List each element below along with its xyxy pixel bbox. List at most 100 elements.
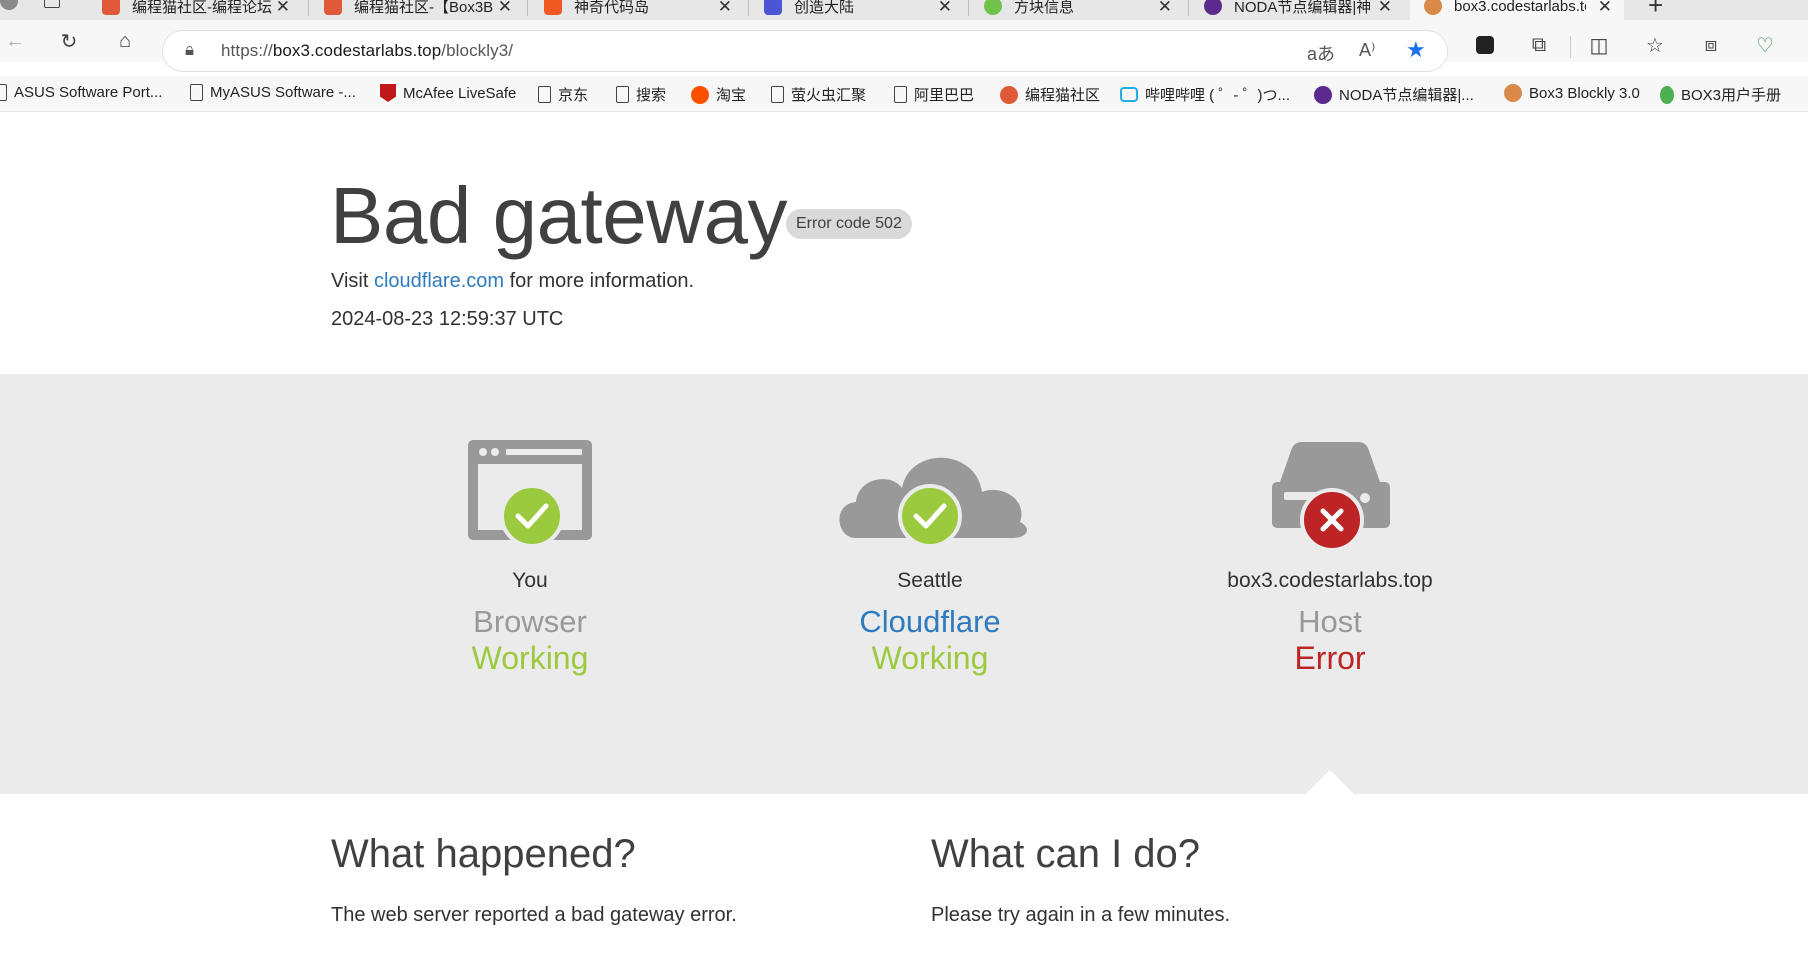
codemao-icon (1000, 85, 1018, 104)
tab-divider (527, 0, 528, 16)
status-role: Host (1298, 604, 1362, 639)
tab-divider (1188, 0, 1189, 16)
bookmark-mcafee[interactable]: McAfee LiveSafe (380, 84, 516, 102)
bookmark-myasus-software[interactable]: MyASUS Software -... (190, 84, 356, 101)
extension-app-icon[interactable] (1472, 32, 1498, 58)
status-browser: You Browser Working (350, 374, 710, 794)
bookmark-firefly[interactable]: 萤火虫汇聚 (771, 84, 866, 105)
lock-icon[interactable]: 🔒︎ (185, 40, 194, 60)
bookmark-asus-software[interactable]: ASUS Software Port... (0, 84, 162, 101)
favorite-star-icon[interactable]: ★ (1406, 37, 1426, 63)
browser-icon (468, 440, 592, 548)
bookmark-label: BOX3用户手册 (1681, 87, 1782, 104)
url-host: box3.codestarlabs.top (272, 41, 442, 60)
tab-chuangzao-dalu[interactable]: 创造大陆 ✕ (750, 0, 964, 20)
status-location: box3.codestarlabs.top (1227, 569, 1433, 592)
box3-favicon (1424, 0, 1442, 15)
read-aloud-icon[interactable]: A⁾ (1359, 40, 1375, 61)
bookmark-label: 阿里巴巴 (914, 87, 975, 104)
bookmark-search[interactable]: 搜索 (616, 84, 666, 105)
tab-title: 方块信息 (1014, 0, 1075, 16)
error-page: Bad gateway Error code 502 Visit cloudfl… (0, 112, 1808, 968)
document-icon (0, 84, 7, 101)
tab-codemao-box3[interactable]: 编程猫社区-【Box3Bl ✕ (310, 0, 524, 20)
bookmark-label: Box3 Blockly 3.0 (1529, 84, 1640, 102)
close-icon[interactable]: ✕ (938, 0, 952, 17)
close-icon[interactable]: ✕ (498, 0, 512, 17)
url-text[interactable]: https://box3.codestarlabs.top/blockly3/ (221, 41, 513, 61)
bookmark-taobao[interactable]: 淘宝 (691, 84, 746, 105)
split-screen-icon[interactable]: ◫ (1586, 32, 1612, 58)
visit-line: Visit cloudflare.com for more informatio… (331, 270, 694, 293)
tab-title: box3.codestarlabs.top (1454, 0, 1586, 15)
translate-icon[interactable]: aあ (1307, 40, 1335, 66)
tab-codemao-forum[interactable]: 编程猫社区-编程论坛 ✕ (88, 0, 302, 20)
cloudflare-link[interactable]: cloudflare.com (374, 270, 504, 292)
close-icon[interactable]: ✕ (276, 0, 290, 17)
status-cloudflare: Seattle Cloudflare Working (750, 374, 1110, 794)
close-icon[interactable]: ✕ (1378, 0, 1392, 17)
bookmark-noda[interactable]: NODA节点编辑器|... (1314, 84, 1474, 105)
tab-title: 编程猫社区-【Box3Bl (354, 0, 494, 16)
tab-noda-editor[interactable]: NODA节点编辑器|神 ✕ (1190, 0, 1404, 20)
browser-essentials-icon[interactable]: ♡ (1752, 32, 1778, 58)
bookmark-label: MyASUS Software -... (210, 84, 356, 101)
new-tab-button[interactable]: + (1648, 0, 1663, 20)
document-icon (616, 86, 629, 103)
cloudflare-role-link[interactable]: Cloudflare (750, 604, 1110, 640)
bookmark-box3-blockly[interactable]: Box3 Blockly 3.0 (1504, 84, 1640, 102)
document-icon (771, 86, 784, 103)
server-icon (1272, 442, 1390, 552)
document-icon (894, 86, 907, 103)
close-icon[interactable]: ✕ (1598, 0, 1612, 17)
back-icon[interactable]: ← (2, 28, 28, 54)
bookmark-label: 编程猫社区 (1025, 87, 1101, 104)
error-header: Bad gateway Error code 502 Visit cloudfl… (0, 112, 1808, 374)
what-happened-heading: What happened? (331, 832, 636, 876)
bookmark-label: 搜索 (636, 87, 667, 104)
bookmark-alibaba[interactable]: 阿里巴巴 (894, 84, 974, 105)
tab-divider (748, 0, 749, 16)
collections-icon[interactable]: ⧈ (1698, 32, 1724, 58)
error-code-badge: Error code 502 (786, 209, 912, 239)
tab-title: NODA节点编辑器|神 (1234, 0, 1370, 16)
cloudflare-status-graphic (750, 438, 1110, 562)
lines-favicon (764, 0, 782, 15)
bookmark-jd[interactable]: 京东 (538, 84, 588, 105)
extensions-puzzle-icon[interactable]: ⧉ (1526, 32, 1552, 58)
visit-prefix: Visit (331, 270, 374, 292)
tab-title: 编程猫社区-编程论坛 (132, 0, 272, 16)
profile-icon[interactable] (0, 0, 18, 10)
bookmark-label: 萤火虫汇聚 (791, 87, 867, 104)
box3-icon (1504, 84, 1522, 102)
visit-suffix: for more information. (504, 270, 695, 292)
browser-status-graphic (350, 438, 710, 562)
bookmark-label: McAfee LiveSafe (403, 84, 517, 102)
bookmark-label: 哔哩哔哩 ( ゜- ゜)つ... (1145, 87, 1290, 104)
bookmark-box3-manual[interactable]: BOX3用户手册 (1660, 84, 1781, 105)
document-icon (190, 84, 203, 101)
vertical-tabs-icon[interactable] (44, 0, 60, 8)
refresh-icon[interactable]: ↻ (56, 28, 82, 54)
star-favicon (544, 0, 562, 15)
minimize-button[interactable]: — (1748, 0, 1766, 9)
bookmark-label: NODA节点编辑器|... (1339, 87, 1474, 104)
status-location: You (512, 569, 548, 592)
info-section: What happened? The web server reported a… (0, 794, 1808, 968)
tab-box3-active[interactable]: box3.codestarlabs.top ✕ (1410, 0, 1624, 20)
bookmark-codemao[interactable]: 编程猫社区 (1000, 84, 1100, 105)
leaf-favicon (984, 0, 1002, 15)
close-icon[interactable]: ✕ (1158, 0, 1172, 17)
close-icon[interactable]: ✕ (718, 0, 732, 17)
tab-block-info[interactable]: 方块信息 ✕ (970, 0, 1184, 20)
tab-shenqi-code-island[interactable]: 神奇代码岛 ✕ (530, 0, 744, 20)
home-icon[interactable]: ⌂ (112, 28, 138, 54)
favorites-icon[interactable]: ☆ (1642, 32, 1668, 58)
address-bar[interactable]: 🔒︎ https://box3.codestarlabs.top/blockly… (162, 30, 1448, 72)
status-host: box3.codestarlabs.top Host Error (1150, 374, 1510, 794)
bilibili-icon (1120, 87, 1138, 102)
leaf-icon (1660, 85, 1674, 104)
status-band: You Browser Working Seattle Cloudflare W… (0, 374, 1808, 794)
bookmark-bilibili[interactable]: 哔哩哔哩 ( ゜- ゜)つ... (1120, 84, 1290, 105)
status-state: Working (871, 640, 989, 676)
